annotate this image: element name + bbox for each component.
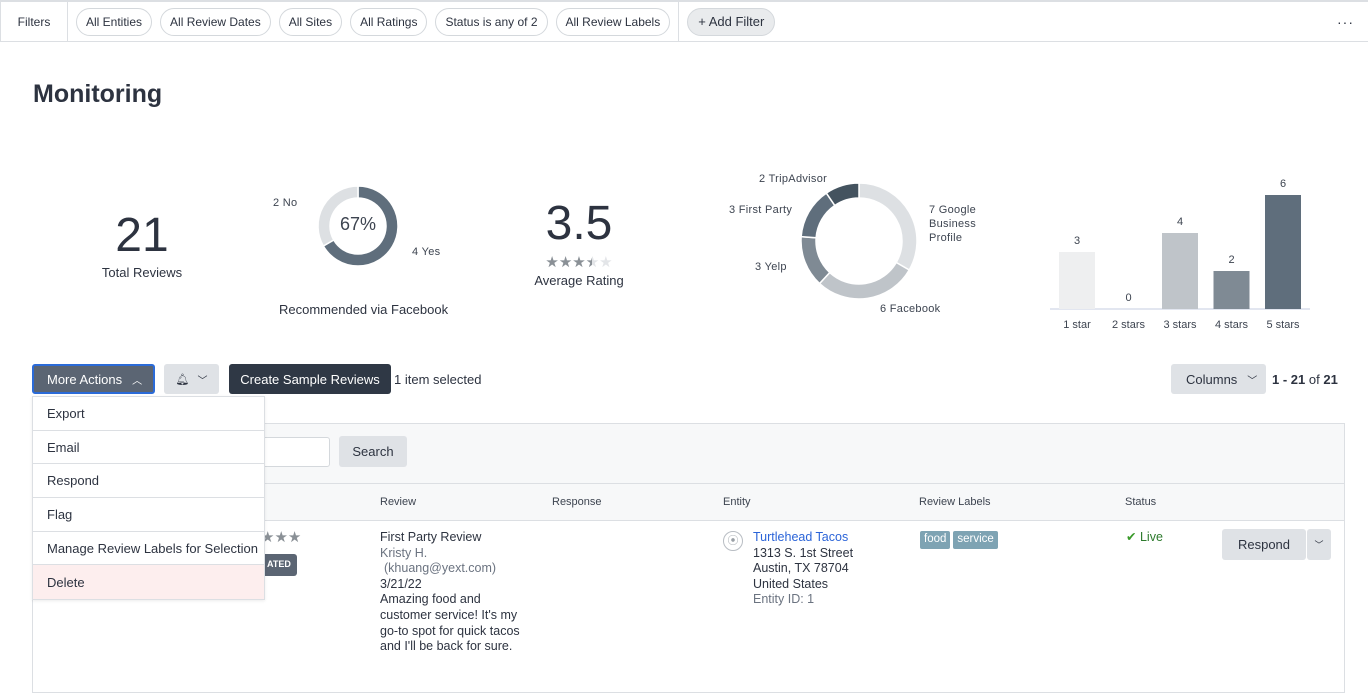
site-label: 3 First Party — [729, 204, 793, 216]
filter-chip[interactable]: All Ratings — [350, 7, 428, 36]
filter-chips: All Entities All Review Dates All Sites All… — [68, 2, 680, 41]
bar — [1162, 233, 1198, 309]
donut-slice-6-facebook — [818, 261, 911, 300]
recommend-yes-label: 4 Yes — [412, 246, 441, 258]
check-icon: ✔ — [1126, 530, 1137, 544]
add-filter-button[interactable]: + Add Filter — [687, 7, 776, 36]
more-actions-button[interactable]: More Actions ︿ — [32, 364, 155, 394]
filters-label: Filters — [1, 2, 68, 41]
selection-count: 1 item selected — [394, 371, 482, 387]
total-reviews-value: 21 — [115, 209, 169, 262]
review-cell: First Party Review Kristy H. (khuang@yex… — [380, 530, 520, 654]
filter-chip[interactable]: All Review Labels — [555, 7, 671, 36]
menu-item-manage-review-labels-for-selection[interactable]: Manage Review Labels for Selection — [33, 532, 264, 566]
x-tick-label: 2 stars — [1112, 319, 1146, 331]
chevron-down-icon: ﹀ — [197, 375, 208, 387]
bar-data-label: 2 — [1228, 254, 1234, 266]
column-header-entity[interactable]: Entity — [723, 496, 751, 508]
bell-icon: 🔔︎ — [175, 373, 190, 386]
menu-item-flag[interactable]: Flag — [33, 498, 264, 532]
total-reviews-label: Total Reviews — [101, 265, 183, 280]
average-rating-label: Average Rating — [534, 273, 624, 288]
menu-item-respond[interactable]: Respond — [33, 464, 264, 499]
sites-donut — [800, 182, 918, 300]
rating-stars-icon: ★★★★★★★★★★ — [545, 254, 613, 271]
x-tick-label: 5 stars — [1266, 319, 1300, 331]
filter-chip[interactable]: All Sites — [278, 7, 343, 36]
status-badge: ✔ Live — [1126, 530, 1163, 544]
review-badge: ATED — [261, 554, 297, 576]
recommend-percent: 67% — [339, 214, 377, 234]
entity-cell: Turtlehead Tacos 1313 S. 1st Street Aust… — [753, 530, 854, 607]
average-rating-stat: 3.5 ★★★★★★★★★★ Average Rating — [520, 196, 638, 288]
column-header-status[interactable]: Status — [1125, 496, 1156, 508]
column-header-review-labels[interactable]: Review Labels — [919, 496, 991, 508]
review-labels: food service — [920, 531, 1001, 549]
page-title: Monitoring — [33, 80, 163, 108]
review-stars-icon: ★★★ — [261, 529, 302, 546]
bar-data-label: 6 — [1280, 178, 1286, 190]
ratings-bar-chart: 3 1 star 0 2 stars 4 3 stars 2 4 stars 6 5 stars — [1050, 178, 1310, 331]
filter-bar: Filters All Entities All Review Dates All … — [0, 2, 1368, 42]
x-tick-label: 1 star — [1063, 319, 1091, 331]
bar — [1059, 252, 1095, 309]
column-header-review[interactable]: Review — [380, 496, 416, 508]
more-options-icon[interactable]: ··· — [1337, 14, 1354, 30]
total-reviews-stat: 21 Total Reviews — [90, 208, 194, 280]
bar-data-label: 4 — [1177, 216, 1183, 228]
label-tag[interactable]: food — [920, 531, 951, 549]
donut-slice-3-first-party — [800, 192, 836, 239]
average-rating-value: 3.5 — [545, 197, 613, 250]
filter-chip[interactable]: All Entities — [76, 7, 153, 36]
label-tag[interactable]: service — [953, 531, 998, 549]
columns-button[interactable]: Columns ﹀ — [1171, 364, 1266, 394]
create-sample-reviews-button[interactable]: Create Sample Reviews — [229, 364, 391, 394]
chevron-down-icon: ﹀ — [1247, 375, 1258, 387]
x-tick-label: 4 stars — [1215, 319, 1249, 331]
site-label: 6 Facebook — [880, 303, 941, 315]
bar-data-label: 0 — [1125, 292, 1131, 304]
site-label: 3 Yelp — [755, 261, 787, 273]
menu-item-export[interactable]: Export — [33, 397, 264, 431]
menu-item-delete[interactable]: Delete — [33, 565, 264, 600]
donut-slice-3-yelp — [800, 235, 831, 285]
bar-data-label: 3 — [1074, 235, 1080, 247]
filter-chip[interactable]: Status is any of 2 — [435, 7, 548, 36]
recommend-label: Recommended via Facebook — [279, 302, 449, 317]
respond-dropdown-chevron-icon[interactable]: ﹀ — [1307, 529, 1331, 560]
respond-button[interactable]: Respond — [1222, 529, 1306, 560]
bar — [1213, 271, 1250, 309]
search-button[interactable]: Search — [339, 436, 407, 467]
notification-button[interactable]: 🔔︎ ﹀ — [164, 364, 219, 394]
recommend-no-label: 2 No — [273, 197, 298, 209]
filter-chip[interactable]: All Review Dates — [160, 7, 271, 36]
location-pin-icon: ⦿ — [723, 531, 743, 551]
more-actions-menu: Export Email Respond Flag Manage Review Labe… — [32, 396, 265, 601]
site-label: 2 TripAdvisor — [759, 173, 828, 185]
menu-item-email[interactable]: Email — [33, 431, 264, 465]
x-tick-label: 3 stars — [1163, 319, 1197, 331]
column-header-response[interactable]: Response — [552, 496, 602, 508]
bar — [1265, 195, 1301, 309]
site-label: 7 Google Business Profile — [929, 204, 977, 244]
donut-slice-7-google-business-profile — [858, 182, 918, 272]
entity-link[interactable]: Turtlehead Tacos — [753, 530, 853, 546]
pagination: 1 - 21 of 21 — [1272, 371, 1338, 387]
chevron-up-icon: ︿ — [132, 375, 143, 387]
